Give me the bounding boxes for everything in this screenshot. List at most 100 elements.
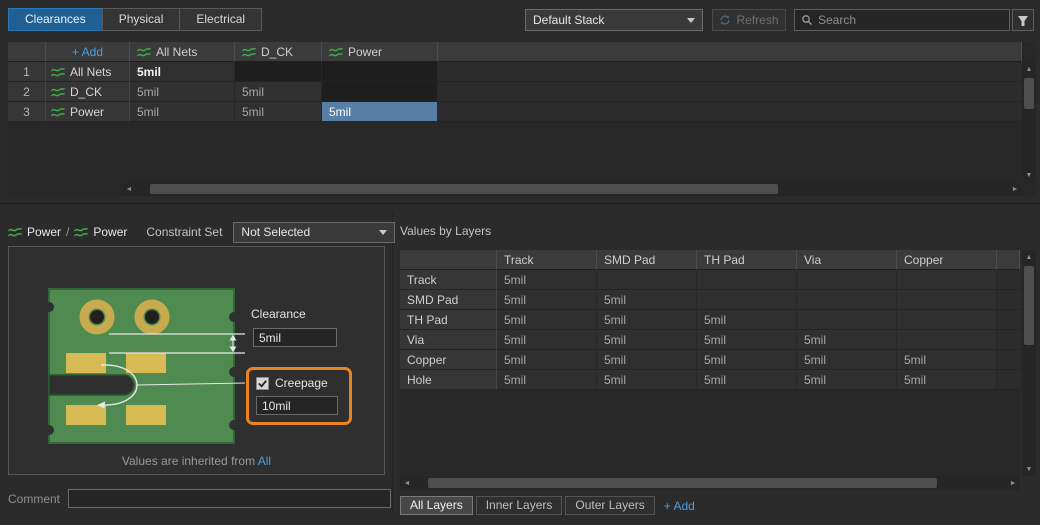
scrollbar-thumb[interactable] <box>150 184 778 194</box>
scrollbar-track[interactable] <box>1022 264 1036 462</box>
scrollbar-track[interactable] <box>414 476 1006 490</box>
layers-cell[interactable] <box>697 270 797 290</box>
scroll-up-icon[interactable]: ▲ <box>1022 250 1036 264</box>
matrix-cell[interactable] <box>322 82 438 102</box>
net-matrix-vertical-scrollbar[interactable]: ▲ ▼ <box>1022 62 1036 182</box>
board-edge-notch <box>229 312 239 322</box>
tab-electrical[interactable]: Electrical <box>179 8 263 31</box>
scroll-right-icon[interactable]: ► <box>1008 182 1022 196</box>
column-header-th-pad[interactable]: TH Pad <box>697 250 797 270</box>
scroll-left-icon[interactable]: ◄ <box>122 182 136 196</box>
matrix-cell[interactable] <box>235 62 322 82</box>
layers-cell[interactable]: 5mil <box>597 290 697 310</box>
constraint-set-dropdown[interactable]: Not Selected <box>233 221 396 243</box>
scroll-right-icon[interactable]: ► <box>1006 476 1020 490</box>
layers-cell[interactable] <box>797 310 897 330</box>
creepage-checkbox[interactable] <box>256 376 269 390</box>
filter-icon <box>1018 16 1028 26</box>
layers-cell[interactable]: 5mil <box>797 350 897 370</box>
layers-row: Hole 5mil 5mil 5mil 5mil 5mil <box>400 370 1020 390</box>
scroll-left-icon[interactable]: ◄ <box>400 476 414 490</box>
layers-cell[interactable] <box>897 330 997 350</box>
matrix-cell[interactable]: 5mil <box>322 102 438 122</box>
layers-cell[interactable] <box>597 270 697 290</box>
layers-row: SMD Pad 5mil 5mil <box>400 290 1020 310</box>
column-header-power[interactable]: Power <box>322 42 438 62</box>
filter-button[interactable] <box>1012 9 1034 31</box>
scrollbar-thumb[interactable] <box>1024 78 1034 110</box>
layers-cell[interactable]: 5mil <box>697 330 797 350</box>
layers-cell[interactable] <box>897 310 997 330</box>
column-header-label: Power <box>348 44 383 59</box>
creepage-input[interactable] <box>256 396 338 415</box>
search-input[interactable] <box>818 13 1003 27</box>
net-matrix-horizontal-scrollbar[interactable]: ◄ ► <box>122 182 1022 196</box>
matrix-cell[interactable]: 5mil <box>130 62 235 82</box>
layers-cell[interactable] <box>797 270 897 290</box>
clearance-input[interactable] <box>253 328 337 347</box>
layers-cell[interactable]: 5mil <box>497 370 597 390</box>
scroll-down-icon[interactable]: ▼ <box>1022 462 1036 476</box>
smd-pad <box>126 405 166 425</box>
add-layer-scope-button[interactable]: + Add <box>664 499 695 513</box>
layers-cell[interactable] <box>797 290 897 310</box>
scroll-up-icon[interactable]: ▲ <box>1022 62 1036 76</box>
net-class-icon <box>242 47 256 56</box>
layers-cell[interactable]: 5mil <box>497 290 597 310</box>
matrix-cell[interactable]: 5mil <box>130 102 235 122</box>
scrollbar-track[interactable] <box>1022 76 1036 168</box>
tab-physical[interactable]: Physical <box>101 8 181 31</box>
layers-cell[interactable]: 5mil <box>497 330 597 350</box>
layers-horizontal-scrollbar[interactable]: ◄ ► <box>400 476 1020 490</box>
layers-cell[interactable] <box>897 270 997 290</box>
matrix-cell[interactable] <box>322 62 438 82</box>
layers-cell[interactable]: 5mil <box>597 350 697 370</box>
refresh-button[interactable]: Refresh <box>712 9 786 31</box>
values-by-layers-table: Track SMD Pad TH Pad Via Copper Track 5mi… <box>400 250 1020 490</box>
layers-cell[interactable]: 5mil <box>797 330 897 350</box>
layers-cell[interactable]: 5mil <box>497 310 597 330</box>
net-name-cell[interactable]: Power <box>46 102 130 122</box>
layers-cell[interactable]: 5mil <box>497 350 597 370</box>
tab-all-layers[interactable]: All Layers <box>400 496 473 515</box>
matrix-cell[interactable]: 5mil <box>235 82 322 102</box>
column-header-d-ck[interactable]: D_CK <box>235 42 322 62</box>
scrollbar-track[interactable] <box>136 182 1008 196</box>
layers-cell[interactable] <box>697 290 797 310</box>
pair-separator: / <box>66 225 70 239</box>
column-header-smd-pad[interactable]: SMD Pad <box>597 250 697 270</box>
layers-cell[interactable]: 5mil <box>697 310 797 330</box>
section-divider <box>0 203 1040 204</box>
add-net-class-button[interactable]: + Add <box>46 42 130 62</box>
column-header-all-nets[interactable]: All Nets <box>130 42 235 62</box>
layers-cell[interactable]: 5mil <box>797 370 897 390</box>
selected-pair-header: Power / Power Constraint Set Not Selecte… <box>8 221 396 243</box>
net-name-cell[interactable]: All Nets <box>46 62 130 82</box>
layers-cell[interactable]: 5mil <box>897 350 997 370</box>
layers-cell[interactable]: 5mil <box>897 370 997 390</box>
search-box[interactable] <box>794 9 1010 31</box>
column-header-copper[interactable]: Copper <box>897 250 997 270</box>
scroll-down-icon[interactable]: ▼ <box>1022 168 1036 182</box>
stack-dropdown[interactable]: Default Stack <box>525 9 703 31</box>
net-name-cell[interactable]: D_CK <box>46 82 130 102</box>
layers-cell[interactable]: 5mil <box>597 370 697 390</box>
tab-outer-layers[interactable]: Outer Layers <box>565 496 655 515</box>
layers-cell[interactable]: 5mil <box>597 330 697 350</box>
tab-inner-layers[interactable]: Inner Layers <box>475 496 563 515</box>
layers-vertical-scrollbar[interactable]: ▲ ▼ <box>1022 250 1036 476</box>
scrollbar-thumb[interactable] <box>1024 266 1034 346</box>
matrix-cell[interactable]: 5mil <box>130 82 235 102</box>
tab-clearances[interactable]: Clearances <box>8 8 103 31</box>
layers-cell[interactable]: 5mil <box>497 270 597 290</box>
column-header-track[interactable]: Track <box>497 250 597 270</box>
scrollbar-thumb[interactable] <box>428 478 938 488</box>
comment-input[interactable] <box>68 489 392 508</box>
matrix-cell[interactable]: 5mil <box>235 102 322 122</box>
layers-cell[interactable]: 5mil <box>697 350 797 370</box>
column-header-via[interactable]: Via <box>797 250 897 270</box>
inherited-from-link[interactable]: All <box>258 454 271 468</box>
layers-cell[interactable]: 5mil <box>597 310 697 330</box>
layers-cell[interactable]: 5mil <box>697 370 797 390</box>
layers-cell[interactable] <box>897 290 997 310</box>
